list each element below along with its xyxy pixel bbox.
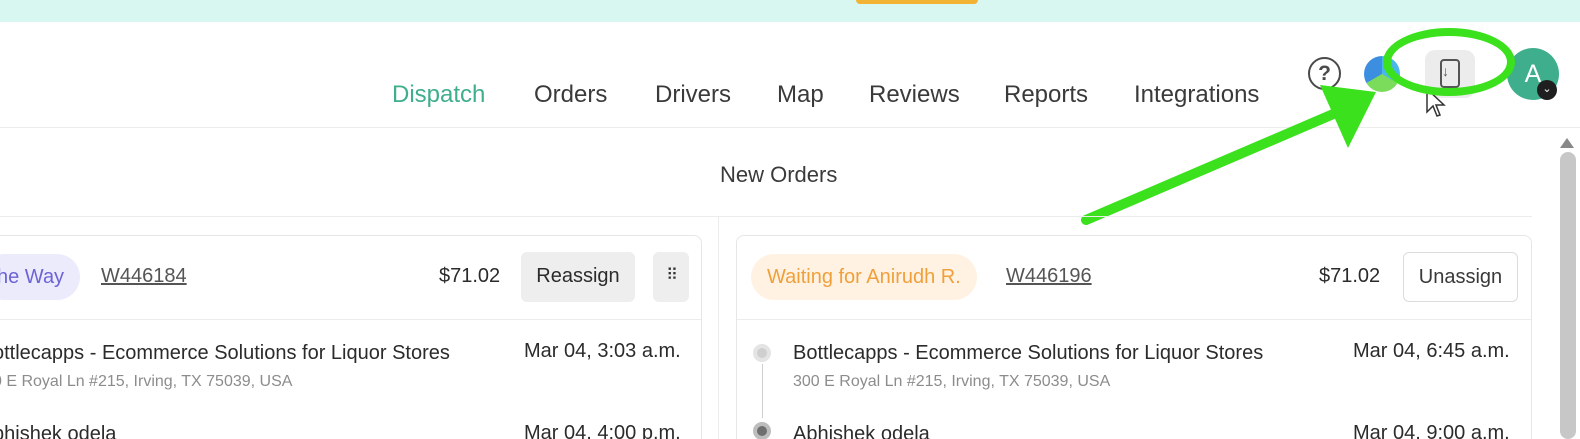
section-title: New Orders	[720, 162, 838, 187]
stop-time: Mar 04, 6:45 a.m.	[1353, 340, 1510, 362]
annotation-highlight-ring	[1383, 28, 1515, 96]
unassign-button[interactable]: Unassign	[1403, 252, 1518, 302]
route-line	[762, 364, 763, 418]
stop-time: Mar 04, 9:00 a.m.	[1353, 422, 1510, 439]
stop-title: ottlecapps - Ecommerce Solutions for Liq…	[0, 342, 450, 364]
order-id-link[interactable]: W446184	[101, 265, 187, 288]
chevron-down-icon[interactable]: ⌄	[1537, 80, 1557, 100]
nav-link-drivers[interactable]: Drivers	[655, 81, 731, 109]
nav-link-reports[interactable]: Reports	[1004, 81, 1088, 109]
top-banner	[0, 0, 1580, 22]
order-card[interactable]: Waiting for Anirudh R. W446196 $71.02 Un…	[736, 235, 1532, 439]
stop-title: Abhishek odela	[793, 423, 930, 439]
annotation-arrow	[1081, 85, 1376, 225]
scroll-thumb[interactable]	[1560, 152, 1576, 439]
scroll-up-icon[interactable]	[1560, 138, 1574, 148]
order-price: $71.02	[439, 265, 501, 287]
order-id-link[interactable]: W446196	[1006, 265, 1092, 288]
dropoff-marker-icon	[753, 422, 771, 439]
drag-handle-icon[interactable]: ⠿	[653, 252, 689, 302]
order-card[interactable]: he Way W446184 $71.02 Reassign ⠿ ottleca…	[0, 235, 702, 439]
column-divider	[718, 217, 719, 439]
stop-time: Mar 04, 3:03 a.m.	[524, 340, 681, 362]
stop-address: 0 E Royal Ln #215, Irving, TX 75039, USA	[0, 373, 293, 390]
vertical-scrollbar[interactable]	[1556, 138, 1580, 439]
section-divider	[0, 216, 1532, 217]
card-header-divider	[737, 319, 1531, 320]
pickup-marker-icon	[753, 344, 771, 362]
stop-title: bhishek odela	[0, 423, 117, 439]
stop-address: 300 E Royal Ln #215, Irving, TX 75039, U…	[793, 373, 1111, 390]
nav-link-orders[interactable]: Orders	[534, 81, 607, 109]
nav-link-map[interactable]: Map	[777, 81, 824, 109]
stop-title: Bottlecapps - Ecommerce Solutions for Li…	[793, 342, 1264, 364]
status-badge: he Way	[0, 254, 81, 300]
status-badge: Waiting for Anirudh R.	[751, 254, 977, 300]
reassign-button[interactable]: Reassign	[521, 252, 635, 302]
nav-link-dispatch[interactable]: Dispatch	[392, 81, 485, 109]
stop-time: Mar 04, 4:00 p.m.	[524, 422, 681, 439]
order-price: $71.02	[1319, 265, 1381, 287]
banner-pill	[856, 0, 978, 4]
card-header-divider	[0, 319, 701, 320]
nav-link-reviews[interactable]: Reviews	[869, 81, 960, 109]
